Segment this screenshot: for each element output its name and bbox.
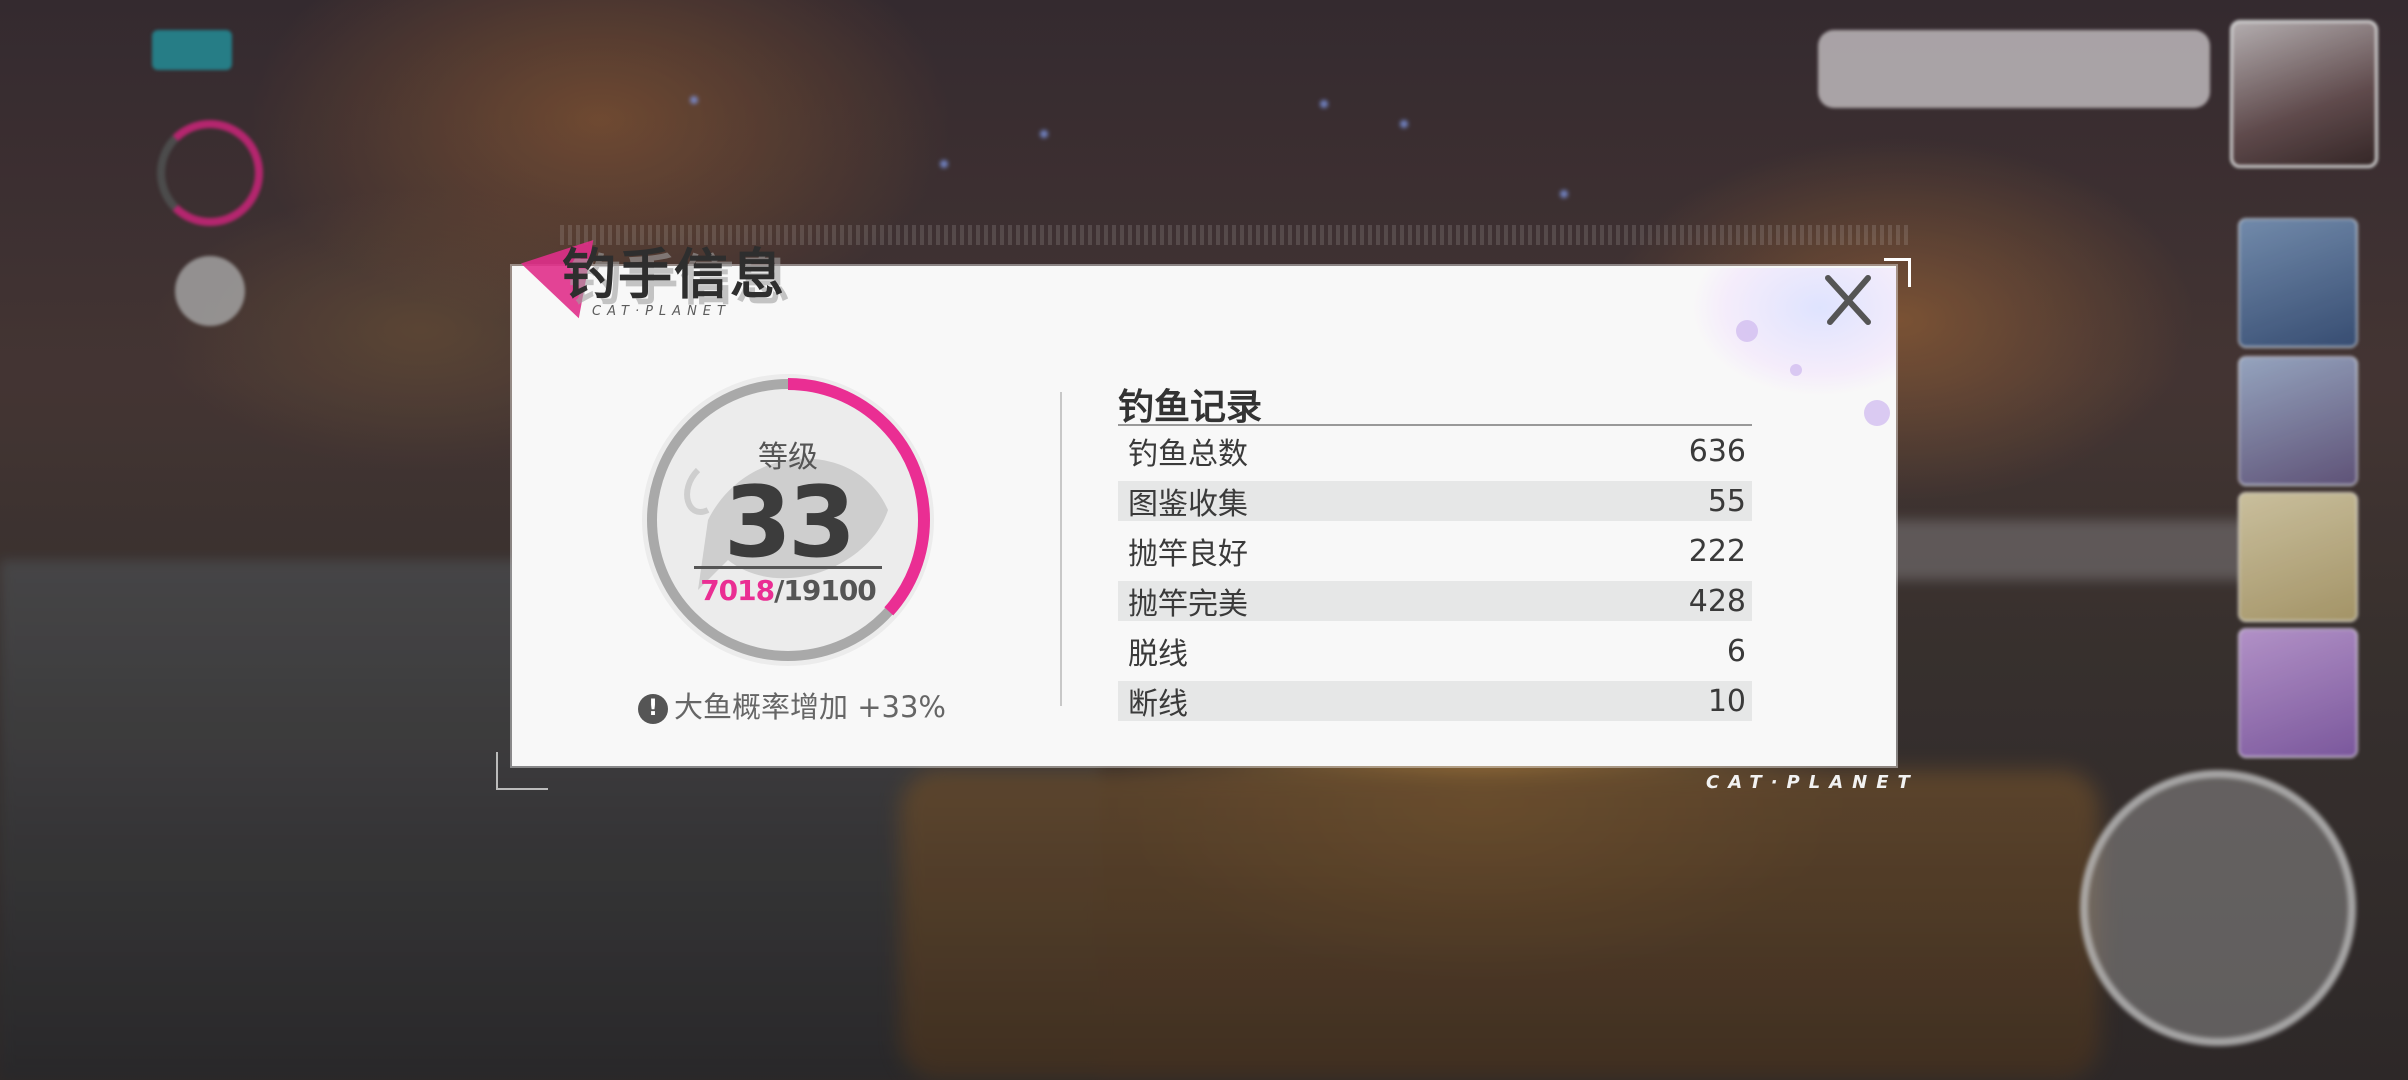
- record-value: 636: [1688, 433, 1746, 469]
- record-row-total: 钓鱼总数 636: [1118, 431, 1752, 473]
- corner-bracket: [496, 752, 548, 790]
- record-value: 428: [1688, 583, 1746, 619]
- big-fish-bonus: ! 大鱼概率增加 +33%: [638, 684, 946, 726]
- splash-dot: [1864, 400, 1890, 426]
- record-label: 抛竿完美: [1128, 587, 1248, 622]
- record-label: 抛竿良好: [1128, 537, 1248, 572]
- exp-readout: 7018/19100: [638, 574, 938, 607]
- record-row-unhooked: 脱线 6: [1118, 631, 1752, 673]
- records-list: 钓鱼总数 636 图鉴收集 55 抛竿良好 222 抛竿完美 428 脱线 6 …: [1118, 431, 1752, 731]
- records-title: 钓鱼记录: [1118, 387, 1263, 428]
- level-ring: 等级 33 7018/19100: [638, 370, 938, 670]
- panel-subtitle: CAT·PLANET: [592, 304, 731, 319]
- exp-max: 19100: [783, 574, 876, 607]
- info-exclamation-icon: !: [638, 694, 668, 724]
- exp-current: 7018: [700, 574, 775, 607]
- record-value: 10: [1707, 683, 1746, 719]
- level-value: 33: [723, 466, 856, 580]
- corner-bracket: [1884, 258, 1911, 287]
- close-button[interactable]: [1818, 270, 1878, 330]
- close-x-icon: [1825, 275, 1871, 325]
- record-row-line-broken: 断线 10: [1118, 681, 1752, 722]
- record-row-perfect-cast: 抛竿完美 428: [1118, 581, 1752, 622]
- vertical-divider: [1060, 392, 1062, 706]
- bonus-text: 大鱼概率增加 +33%: [674, 690, 946, 724]
- record-value: 6: [1726, 633, 1746, 669]
- record-row-collection: 图鉴收集 55: [1118, 481, 1752, 522]
- record-label: 脱线: [1128, 637, 1188, 672]
- record-label: 断线: [1128, 687, 1188, 722]
- exp-separator: /: [774, 574, 784, 607]
- brand-watermark: CAT·PLANET: [1706, 772, 1919, 793]
- record-label: 钓鱼总数: [1128, 437, 1248, 472]
- splash-dot: [1736, 320, 1758, 342]
- panel-title: 钓手信息: [562, 243, 786, 306]
- records-title-underline: [1118, 424, 1752, 426]
- record-value: 222: [1688, 533, 1746, 569]
- record-row-good-cast: 抛竿良好 222: [1118, 531, 1752, 573]
- splash-dot: [1790, 364, 1802, 376]
- record-value: 55: [1707, 483, 1746, 519]
- level-divider-line: [694, 566, 882, 569]
- record-label: 图鉴收集: [1128, 487, 1248, 522]
